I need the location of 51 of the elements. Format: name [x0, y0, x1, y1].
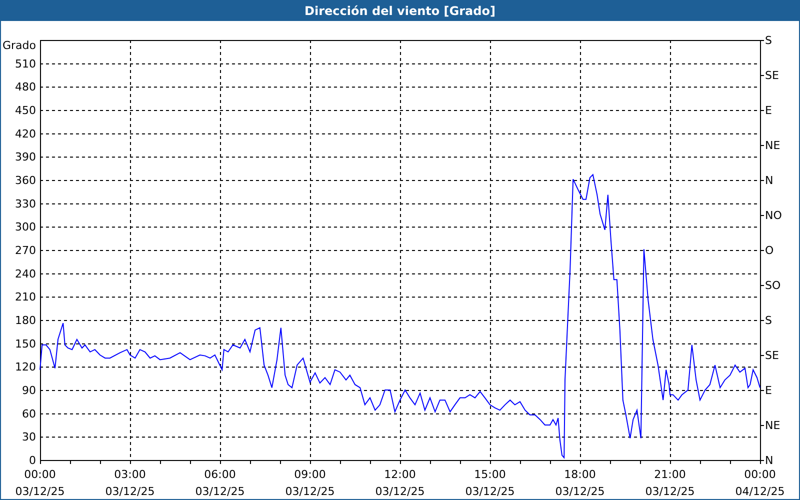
x-tick-label: 18:00 [564, 468, 596, 481]
x-tick-label: 06:00 [204, 468, 236, 481]
x-date-label: 03/12/25 [465, 485, 515, 498]
direction-tick-label: S [765, 314, 772, 327]
direction-tick-label: S [765, 34, 772, 47]
direction-tick-label: SO [765, 279, 781, 292]
x-tick-label: 03:00 [114, 468, 146, 481]
y-tick-label: 210 [15, 290, 36, 304]
y-tick-label: 0 [29, 454, 36, 467]
y-tick-label: 510 [15, 57, 36, 70]
direction-tick-label: NE [765, 139, 780, 152]
direction-tick-label: N [765, 174, 774, 187]
x-date-label: 03/12/25 [645, 485, 695, 498]
direction-tick-label: E [765, 384, 772, 397]
y-tick-label: 90 [22, 384, 36, 397]
y-tick-label: 330 [15, 197, 36, 210]
y-tick-label: 150 [15, 337, 36, 350]
direction-tick-label: NE [765, 419, 780, 432]
y-axis-title: Grado [2, 39, 36, 52]
x-tick-label: 00:00 [744, 468, 776, 481]
y-tick-label: 300 [15, 220, 36, 234]
y-tick-label: 180 [15, 314, 36, 327]
direction-tick-label: N [765, 454, 774, 467]
y-tick-label: 270 [15, 244, 36, 257]
x-tick-label: 21:00 [654, 468, 686, 481]
y-tick-label: 390 [15, 150, 36, 164]
x-date-label: 03/12/25 [105, 485, 155, 498]
y-tick-label: 420 [15, 127, 36, 140]
direction-tick-label: NO [765, 209, 782, 222]
direction-tick-label: O [765, 244, 774, 257]
x-tick-label: 00:00 [24, 468, 56, 481]
y-tick-label: 30 [22, 430, 36, 444]
x-tick-label: 15:00 [474, 468, 506, 481]
x-date-label: 03/12/25 [375, 485, 425, 498]
x-date-label: 03/12/25 [195, 485, 245, 498]
x-date-label: 03/12/25 [555, 485, 605, 498]
y-tick-label: 480 [15, 80, 36, 94]
x-date-label: 03/12/25 [285, 485, 335, 498]
x-tick-label: 09:00 [294, 468, 326, 481]
y-tick-label: 240 [15, 267, 36, 280]
x-date-label: 04/12/25 [735, 485, 785, 498]
direction-tick-label: SE [765, 349, 779, 362]
y-tick-label: 450 [15, 104, 36, 117]
window-title: Dirección del viento [Grado] [1, 1, 799, 21]
y-tick-label: 120 [15, 360, 36, 374]
direction-tick-label: SE [765, 69, 779, 82]
x-tick-label: 12:00 [384, 468, 416, 481]
y-tick-label: 360 [15, 174, 36, 187]
direction-tick-label: E [765, 104, 772, 117]
x-date-label: 03/12/25 [15, 485, 65, 498]
y-tick-label: 60 [22, 407, 36, 420]
